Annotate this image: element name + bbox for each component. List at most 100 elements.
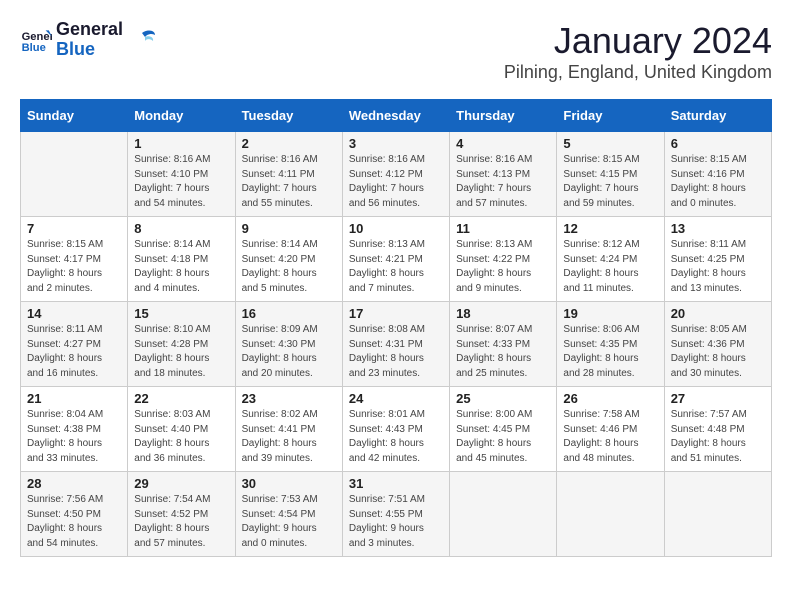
day-number: 6	[671, 136, 765, 151]
day-number: 27	[671, 391, 765, 406]
day-info: Sunrise: 8:01 AMSunset: 4:43 PMDaylight:…	[349, 408, 443, 466]
calendar-cell: 20 Sunrise: 8:05 AMSunset: 4:36 PMDayligh…	[664, 302, 771, 387]
day-info: Sunrise: 7:51 AMSunset: 4:55 PMDaylight:…	[349, 493, 443, 551]
day-info: Sunrise: 8:15 AMSunset: 4:17 PMDaylight:…	[27, 238, 121, 296]
day-info: Sunrise: 8:11 AMSunset: 4:27 PMDaylight:…	[27, 323, 121, 381]
day-number: 10	[349, 221, 443, 236]
day-number: 22	[134, 391, 228, 406]
calendar-cell: 5 Sunrise: 8:15 AMSunset: 4:15 PMDaylight…	[557, 132, 664, 217]
day-number: 7	[27, 221, 121, 236]
day-number: 23	[242, 391, 336, 406]
day-number: 28	[27, 476, 121, 491]
calendar-cell: 11 Sunrise: 8:13 AMSunset: 4:22 PMDayligh…	[450, 217, 557, 302]
day-info: Sunrise: 7:53 AMSunset: 4:54 PMDaylight:…	[242, 493, 336, 551]
day-number: 31	[349, 476, 443, 491]
day-info: Sunrise: 8:14 AMSunset: 4:18 PMDaylight:…	[134, 238, 228, 296]
weekday-header-wednesday: Wednesday	[342, 100, 449, 132]
day-number: 5	[563, 136, 657, 151]
day-info: Sunrise: 8:16 AMSunset: 4:12 PMDaylight:…	[349, 153, 443, 211]
day-number: 24	[349, 391, 443, 406]
day-number: 15	[134, 306, 228, 321]
day-info: Sunrise: 7:54 AMSunset: 4:52 PMDaylight:…	[134, 493, 228, 551]
calendar-cell: 3 Sunrise: 8:16 AMSunset: 4:12 PMDaylight…	[342, 132, 449, 217]
title-area: January 2024 Pilning, England, United Ki…	[504, 20, 772, 83]
calendar-cell: 15 Sunrise: 8:10 AMSunset: 4:28 PMDayligh…	[128, 302, 235, 387]
calendar-week-row: 28 Sunrise: 7:56 AMSunset: 4:50 PMDayligh…	[21, 472, 772, 557]
calendar-week-row: 21Sunrise: 8:04 AMSunset: 4:38 PMDayligh…	[21, 387, 772, 472]
day-number: 13	[671, 221, 765, 236]
day-number: 25	[456, 391, 550, 406]
location-title: Pilning, England, United Kingdom	[504, 62, 772, 83]
day-info: Sunrise: 8:11 AMSunset: 4:25 PMDaylight:…	[671, 238, 765, 296]
day-info: Sunrise: 7:56 AMSunset: 4:50 PMDaylight:…	[27, 493, 121, 551]
day-number: 20	[671, 306, 765, 321]
day-number: 3	[349, 136, 443, 151]
day-info: Sunrise: 8:05 AMSunset: 4:36 PMDaylight:…	[671, 323, 765, 381]
day-info: Sunrise: 8:07 AMSunset: 4:33 PMDaylight:…	[456, 323, 550, 381]
calendar-cell: 29 Sunrise: 7:54 AMSunset: 4:52 PMDayligh…	[128, 472, 235, 557]
calendar-cell: 12 Sunrise: 8:12 AMSunset: 4:24 PMDayligh…	[557, 217, 664, 302]
day-number: 30	[242, 476, 336, 491]
day-info: Sunrise: 8:00 AMSunset: 4:45 PMDaylight:…	[456, 408, 550, 466]
day-info: Sunrise: 8:13 AMSunset: 4:21 PMDaylight:…	[349, 238, 443, 296]
day-info: Sunrise: 8:10 AMSunset: 4:28 PMDaylight:…	[134, 323, 228, 381]
weekday-header-sunday: Sunday	[21, 100, 128, 132]
calendar-cell: 16 Sunrise: 8:09 AMSunset: 4:30 PMDayligh…	[235, 302, 342, 387]
day-info: Sunrise: 8:14 AMSunset: 4:20 PMDaylight:…	[242, 238, 336, 296]
month-title: January 2024	[504, 20, 772, 62]
logo-icon: General Blue	[20, 24, 52, 56]
calendar-cell: 17Sunrise: 8:08 AMSunset: 4:31 PMDayligh…	[342, 302, 449, 387]
day-number: 12	[563, 221, 657, 236]
day-number: 26	[563, 391, 657, 406]
calendar-cell: 4 Sunrise: 8:16 AMSunset: 4:13 PMDaylight…	[450, 132, 557, 217]
day-info: Sunrise: 8:15 AMSunset: 4:16 PMDaylight:…	[671, 153, 765, 211]
calendar-cell: 19Sunrise: 8:06 AMSunset: 4:35 PMDayligh…	[557, 302, 664, 387]
logo-blue: Blue	[56, 40, 123, 60]
weekday-header-tuesday: Tuesday	[235, 100, 342, 132]
calendar-cell: 6 Sunrise: 8:15 AMSunset: 4:16 PMDaylight…	[664, 132, 771, 217]
day-info: Sunrise: 8:15 AMSunset: 4:15 PMDaylight:…	[563, 153, 657, 211]
day-number: 16	[242, 306, 336, 321]
svg-text:Blue: Blue	[22, 42, 46, 54]
calendar-cell: 22 Sunrise: 8:03 AMSunset: 4:40 PMDayligh…	[128, 387, 235, 472]
logo-bird-icon	[127, 25, 157, 55]
weekday-header-row: SundayMondayTuesdayWednesdayThursdayFrid…	[21, 100, 772, 132]
calendar-cell	[664, 472, 771, 557]
calendar-cell: 28 Sunrise: 7:56 AMSunset: 4:50 PMDayligh…	[21, 472, 128, 557]
weekday-header-friday: Friday	[557, 100, 664, 132]
day-number: 4	[456, 136, 550, 151]
day-number: 29	[134, 476, 228, 491]
calendar-week-row: 14 Sunrise: 8:11 AMSunset: 4:27 PMDayligh…	[21, 302, 772, 387]
calendar-cell: 8 Sunrise: 8:14 AMSunset: 4:18 PMDaylight…	[128, 217, 235, 302]
calendar-cell: 14 Sunrise: 8:11 AMSunset: 4:27 PMDayligh…	[21, 302, 128, 387]
day-info: Sunrise: 8:13 AMSunset: 4:22 PMDaylight:…	[456, 238, 550, 296]
day-number: 11	[456, 221, 550, 236]
calendar-cell: 24 Sunrise: 8:01 AMSunset: 4:43 PMDayligh…	[342, 387, 449, 472]
day-number: 18	[456, 306, 550, 321]
calendar-cell: 2Sunrise: 8:16 AMSunset: 4:11 PMDaylight…	[235, 132, 342, 217]
day-info: Sunrise: 7:58 AMSunset: 4:46 PMDaylight:…	[563, 408, 657, 466]
calendar-week-row: 1 Sunrise: 8:16 AMSunset: 4:10 PMDaylight…	[21, 132, 772, 217]
day-info: Sunrise: 7:57 AMSunset: 4:48 PMDaylight:…	[671, 408, 765, 466]
calendar-cell: 10 Sunrise: 8:13 AMSunset: 4:21 PMDayligh…	[342, 217, 449, 302]
day-info: Sunrise: 8:03 AMSunset: 4:40 PMDaylight:…	[134, 408, 228, 466]
day-info: Sunrise: 8:02 AMSunset: 4:41 PMDaylight:…	[242, 408, 336, 466]
day-info: Sunrise: 8:09 AMSunset: 4:30 PMDaylight:…	[242, 323, 336, 381]
calendar-cell: 21Sunrise: 8:04 AMSunset: 4:38 PMDayligh…	[21, 387, 128, 472]
calendar-cell: 13 Sunrise: 8:11 AMSunset: 4:25 PMDayligh…	[664, 217, 771, 302]
calendar-cell: 30 Sunrise: 7:53 AMSunset: 4:54 PMDayligh…	[235, 472, 342, 557]
day-number: 14	[27, 306, 121, 321]
day-info: Sunrise: 8:16 AMSunset: 4:13 PMDaylight:…	[456, 153, 550, 211]
day-info: Sunrise: 8:16 AMSunset: 4:10 PMDaylight:…	[134, 153, 228, 211]
day-number: 9	[242, 221, 336, 236]
day-number: 19	[563, 306, 657, 321]
calendar-cell: 9 Sunrise: 8:14 AMSunset: 4:20 PMDaylight…	[235, 217, 342, 302]
day-info: Sunrise: 8:12 AMSunset: 4:24 PMDaylight:…	[563, 238, 657, 296]
calendar-week-row: 7 Sunrise: 8:15 AMSunset: 4:17 PMDaylight…	[21, 217, 772, 302]
day-number: 1	[134, 136, 228, 151]
day-number: 8	[134, 221, 228, 236]
day-info: Sunrise: 8:16 AMSunset: 4:11 PMDaylight:…	[242, 153, 336, 211]
logo: General Blue General Blue	[20, 20, 157, 60]
weekday-header-saturday: Saturday	[664, 100, 771, 132]
day-info: Sunrise: 8:08 AMSunset: 4:31 PMDaylight:…	[349, 323, 443, 381]
